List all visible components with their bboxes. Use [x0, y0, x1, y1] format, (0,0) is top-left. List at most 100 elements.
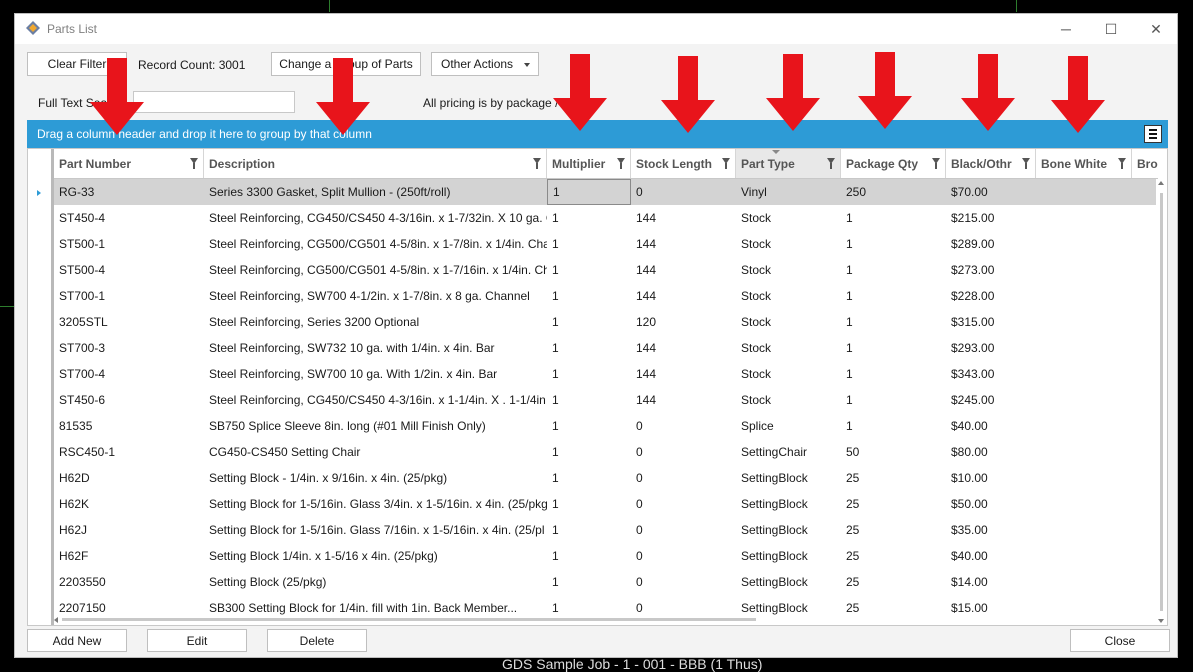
cell-part-type[interactable]: SettingBlock — [736, 517, 841, 543]
horizontal-scroll-thumb[interactable] — [62, 618, 756, 621]
cell-description[interactable]: Steel Reinforcing, SW700 10 ga. With 1/2… — [204, 361, 547, 387]
cell-multiplier[interactable]: 1 — [547, 387, 631, 413]
cell-part-number[interactable]: H62K — [54, 491, 204, 517]
column-header-part-type[interactable]: Part Type — [736, 149, 841, 178]
cell-description[interactable]: Steel Reinforcing, CG450/CS450 4-3/16in.… — [204, 387, 547, 413]
cell-stock-length[interactable]: 120 — [631, 309, 736, 335]
cell-black-othr[interactable]: $80.00 — [946, 439, 1036, 465]
cell-description[interactable]: Setting Block - 1/4in. x 9/16in. x 4in. … — [204, 465, 547, 491]
table-row[interactable]: ST500-1 Steel Reinforcing, CG500/CG501 4-… — [54, 231, 1158, 257]
cell-description[interactable]: Steel Reinforcing, CG500/CG501 4-5/8in. … — [204, 257, 547, 283]
cell-black-othr[interactable]: $14.00 — [946, 569, 1036, 595]
column-header-part-number[interactable]: Part Number — [54, 149, 204, 178]
table-row[interactable]: H62D Setting Block - 1/4in. x 9/16in. x 4… — [54, 465, 1158, 491]
cell-multiplier[interactable]: 1 — [547, 231, 631, 257]
cell-description[interactable]: Series 3300 Gasket, Split Mullion - (250… — [204, 179, 547, 205]
cell-part-type[interactable]: Splice — [736, 413, 841, 439]
cell-black-othr[interactable]: $273.00 — [946, 257, 1036, 283]
scroll-left-icon[interactable] — [54, 617, 58, 623]
table-row[interactable]: H62J Setting Block for 1-5/16in. Glass 7/… — [54, 517, 1158, 543]
cell-package-qty[interactable]: 1 — [841, 231, 946, 257]
table-row[interactable]: 81535 SB750 Splice Sleeve 8in. long (#01 … — [54, 413, 1158, 439]
cell-stock-length[interactable]: 144 — [631, 335, 736, 361]
add-new-button[interactable]: Add New — [27, 629, 127, 652]
cell-bone-white[interactable] — [1036, 517, 1132, 543]
cell-stock-length[interactable]: 0 — [631, 413, 736, 439]
column-header-package-qty[interactable]: Package Qty — [841, 149, 946, 178]
filter-icon[interactable] — [827, 158, 835, 169]
table-row[interactable]: ST700-4 Steel Reinforcing, SW700 10 ga. W… — [54, 361, 1158, 387]
cell-bone-white[interactable] — [1036, 569, 1132, 595]
cell-part-type[interactable]: Stock — [736, 283, 841, 309]
cell-part-number[interactable]: ST500-1 — [54, 231, 204, 257]
cell-multiplier[interactable]: 1 — [547, 569, 631, 595]
cell-package-qty[interactable]: 1 — [841, 257, 946, 283]
cell-stock-length[interactable]: 144 — [631, 231, 736, 257]
cell-black-othr[interactable]: $245.00 — [946, 387, 1036, 413]
cell-multiplier[interactable]: 1 — [547, 517, 631, 543]
cell-part-number[interactable]: ST450-6 — [54, 387, 204, 413]
cell-multiplier[interactable]: 1 — [547, 309, 631, 335]
cell-package-qty[interactable]: 25 — [841, 569, 946, 595]
table-row[interactable]: ST450-6 Steel Reinforcing, CG450/CS450 4-… — [54, 387, 1158, 413]
cell-stock-length[interactable]: 0 — [631, 439, 736, 465]
cell-part-number[interactable]: 81535 — [54, 413, 204, 439]
cell-stock-length[interactable]: 0 — [631, 543, 736, 569]
cell-package-qty[interactable]: 1 — [841, 335, 946, 361]
column-header-stock-length[interactable]: Stock Length — [631, 149, 736, 178]
filter-icon[interactable] — [932, 158, 940, 169]
cell-part-type[interactable]: SettingBlock — [736, 491, 841, 517]
cell-stock-length[interactable]: 144 — [631, 387, 736, 413]
cell-part-type[interactable]: Stock — [736, 361, 841, 387]
cell-package-qty[interactable]: 25 — [841, 517, 946, 543]
filter-icon[interactable] — [533, 158, 541, 169]
cell-part-number[interactable]: 3205STL — [54, 309, 204, 335]
cell-part-type[interactable]: Stock — [736, 257, 841, 283]
cell-black-othr[interactable]: $215.00 — [946, 205, 1036, 231]
cell-black-othr[interactable]: $293.00 — [946, 335, 1036, 361]
scroll-up-icon[interactable] — [1158, 181, 1164, 185]
cell-package-qty[interactable]: 1 — [841, 387, 946, 413]
cell-stock-length[interactable]: 144 — [631, 283, 736, 309]
cell-bone-white[interactable] — [1036, 335, 1132, 361]
cell-bone-white[interactable] — [1036, 439, 1132, 465]
cell-description[interactable]: Steel Reinforcing, SW732 10 ga. with 1/4… — [204, 335, 547, 361]
cell-multiplier[interactable]: 1 — [547, 283, 631, 309]
cell-description[interactable]: CG450-CS450 Setting Chair — [204, 439, 547, 465]
cell-package-qty[interactable]: 1 — [841, 361, 946, 387]
cell-black-othr[interactable]: $50.00 — [946, 491, 1036, 517]
cell-part-type[interactable]: Stock — [736, 231, 841, 257]
cell-black-othr[interactable]: $343.00 — [946, 361, 1036, 387]
cell-bone-white[interactable] — [1036, 309, 1132, 335]
cell-part-type[interactable]: SettingChair — [736, 439, 841, 465]
table-row[interactable]: ST500-4 Steel Reinforcing, CG500/CG501 4-… — [54, 257, 1158, 283]
other-actions-dropdown[interactable]: Other Actions — [431, 52, 539, 76]
cell-stock-length[interactable]: 144 — [631, 205, 736, 231]
cell-black-othr[interactable]: $40.00 — [946, 413, 1036, 439]
cell-stock-length[interactable]: 144 — [631, 257, 736, 283]
cell-part-type[interactable]: Vinyl — [736, 179, 841, 205]
cell-package-qty[interactable]: 25 — [841, 465, 946, 491]
cell-bone-white[interactable] — [1036, 179, 1132, 205]
table-row[interactable]: 3205STL Steel Reinforcing, Series 3200 Op… — [54, 309, 1158, 335]
cell-description[interactable]: Setting Block for 1-5/16in. Glass 3/4in.… — [204, 491, 547, 517]
cell-bone-white[interactable] — [1036, 361, 1132, 387]
close-window-icon[interactable]: ✕ — [1133, 14, 1179, 44]
cell-part-number[interactable]: ST700-4 — [54, 361, 204, 387]
cell-description[interactable]: Setting Block 1/4in. x 1-5/16 x 4in. (25… — [204, 543, 547, 569]
cell-black-othr[interactable]: $35.00 — [946, 517, 1036, 543]
table-row[interactable]: ST700-3 Steel Reinforcing, SW732 10 ga. w… — [54, 335, 1158, 361]
table-row[interactable]: H62F Setting Block 1/4in. x 1-5/16 x 4in.… — [54, 543, 1158, 569]
cell-part-type[interactable]: Stock — [736, 205, 841, 231]
cell-description[interactable]: Steel Reinforcing, SW700 4-1/2in. x 1-7/… — [204, 283, 547, 309]
cell-stock-length[interactable]: 0 — [631, 465, 736, 491]
cell-stock-length[interactable]: 0 — [631, 569, 736, 595]
table-row[interactable]: RSC450-1 CG450-CS450 Setting Chair 1 0 Setti… — [54, 439, 1158, 465]
cell-part-type[interactable]: SettingBlock — [736, 569, 841, 595]
cell-stock-length[interactable]: 0 — [631, 517, 736, 543]
close-button[interactable]: Close — [1070, 629, 1170, 652]
maximize-icon[interactable]: ☐ — [1088, 14, 1134, 44]
cell-description[interactable]: Steel Reinforcing, CG450/CS450 4-3/16in.… — [204, 205, 547, 231]
cell-black-othr[interactable]: $10.00 — [946, 465, 1036, 491]
column-header-black-othr[interactable]: Black/Othr — [946, 149, 1036, 178]
